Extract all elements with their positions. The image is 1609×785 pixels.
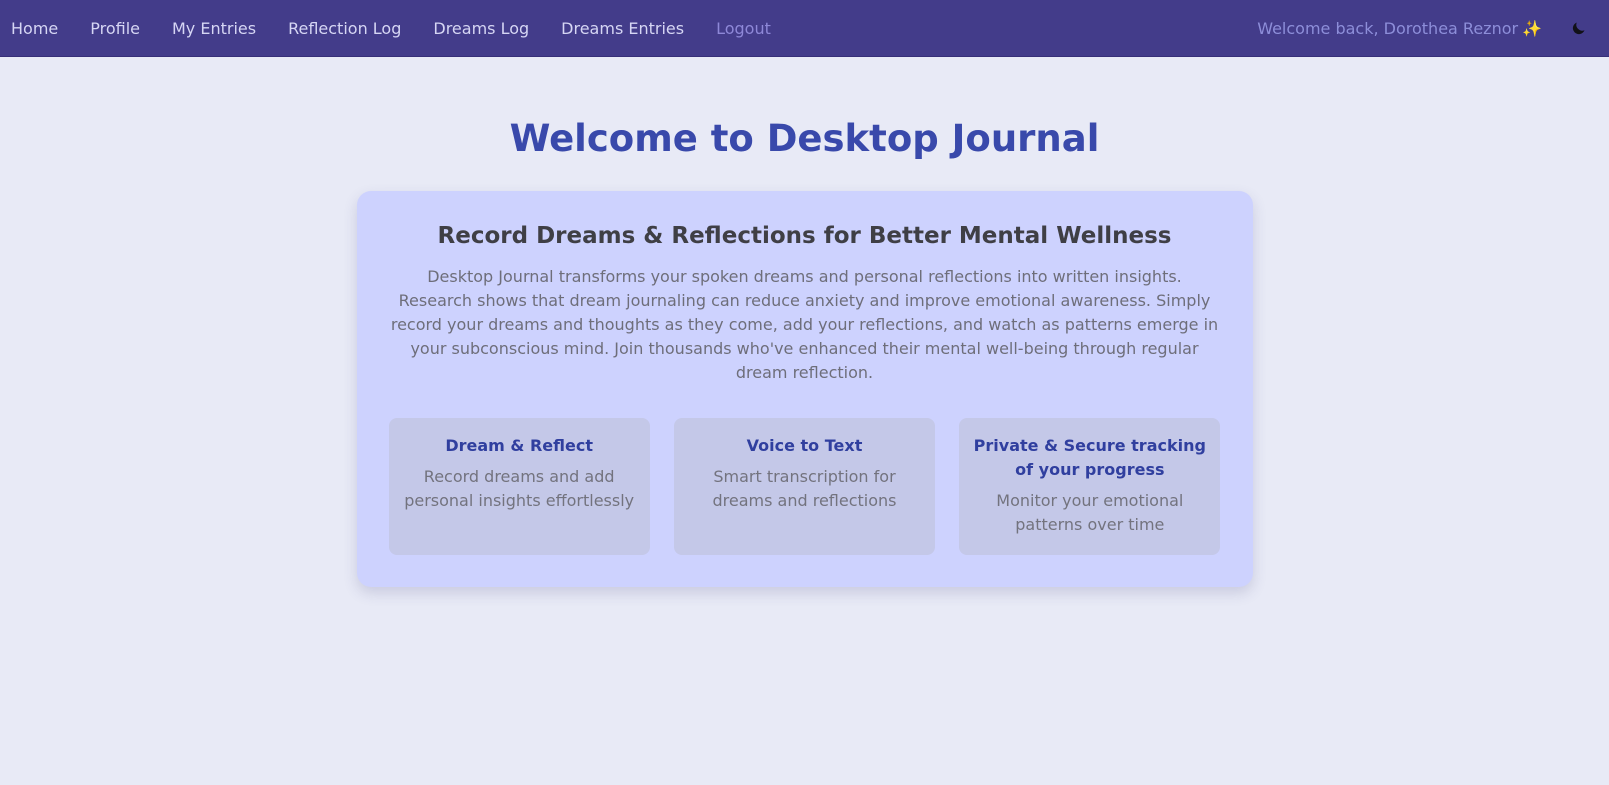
nav-link-home[interactable]: Home <box>11 19 58 38</box>
nav-link-profile[interactable]: Profile <box>90 19 140 38</box>
feature-title: Dream & Reflect <box>445 435 593 455</box>
feature-description: Smart transcription for dreams and refle… <box>712 466 897 510</box>
welcome-text: Welcome back, Dorothea Reznor <box>1257 18 1519 38</box>
welcome-message: Welcome back, Dorothea Reznor ✨ <box>1257 19 1542 38</box>
page-title: Welcome to Desktop Journal <box>509 117 1100 160</box>
nav-link-logout[interactable]: Logout <box>716 19 771 38</box>
feature-card-private-secure: Private & Secure tracking of your progre… <box>959 417 1221 555</box>
card-heading: Record Dreams & Reflections for Better M… <box>437 222 1172 249</box>
feature-list: Dream & Reflect Record dreams and add pe… <box>388 417 1221 555</box>
nav-link-reflection-log[interactable]: Reflection Log <box>288 19 401 38</box>
feature-card-voice-to-text: Voice to Text Smart transcription for dr… <box>673 417 936 555</box>
feature-title: Voice to Text <box>746 435 863 455</box>
intro-card: Record Dreams & Reflections for Better M… <box>356 190 1253 587</box>
feature-card-dream-reflect: Dream & Reflect Record dreams and add pe… <box>388 417 650 555</box>
card-description: Desktop Journal transforms your spoken d… <box>390 266 1219 382</box>
nav-link-my-entries[interactable]: My Entries <box>172 19 256 38</box>
nav-right: Welcome back, Dorothea Reznor ✨ <box>1257 16 1598 40</box>
nav-link-dreams-entries[interactable]: Dreams Entries <box>561 19 684 38</box>
sparkle-icon: ✨ <box>1522 18 1542 38</box>
nav-links: Home Profile My Entries Reflection Log D… <box>11 19 803 38</box>
moon-icon <box>1572 21 1585 34</box>
feature-description: Record dreams and add personal insights … <box>404 466 635 510</box>
theme-toggle-button[interactable] <box>1566 16 1590 40</box>
top-navbar: Home Profile My Entries Reflection Log D… <box>0 0 1609 57</box>
nav-link-dreams-log[interactable]: Dreams Log <box>433 19 529 38</box>
main-content: Welcome to Desktop Journal Record Dreams… <box>0 117 1609 587</box>
feature-title: Private & Secure tracking of your progre… <box>973 435 1206 479</box>
feature-description: Monitor your emotional patterns over tim… <box>996 490 1184 534</box>
